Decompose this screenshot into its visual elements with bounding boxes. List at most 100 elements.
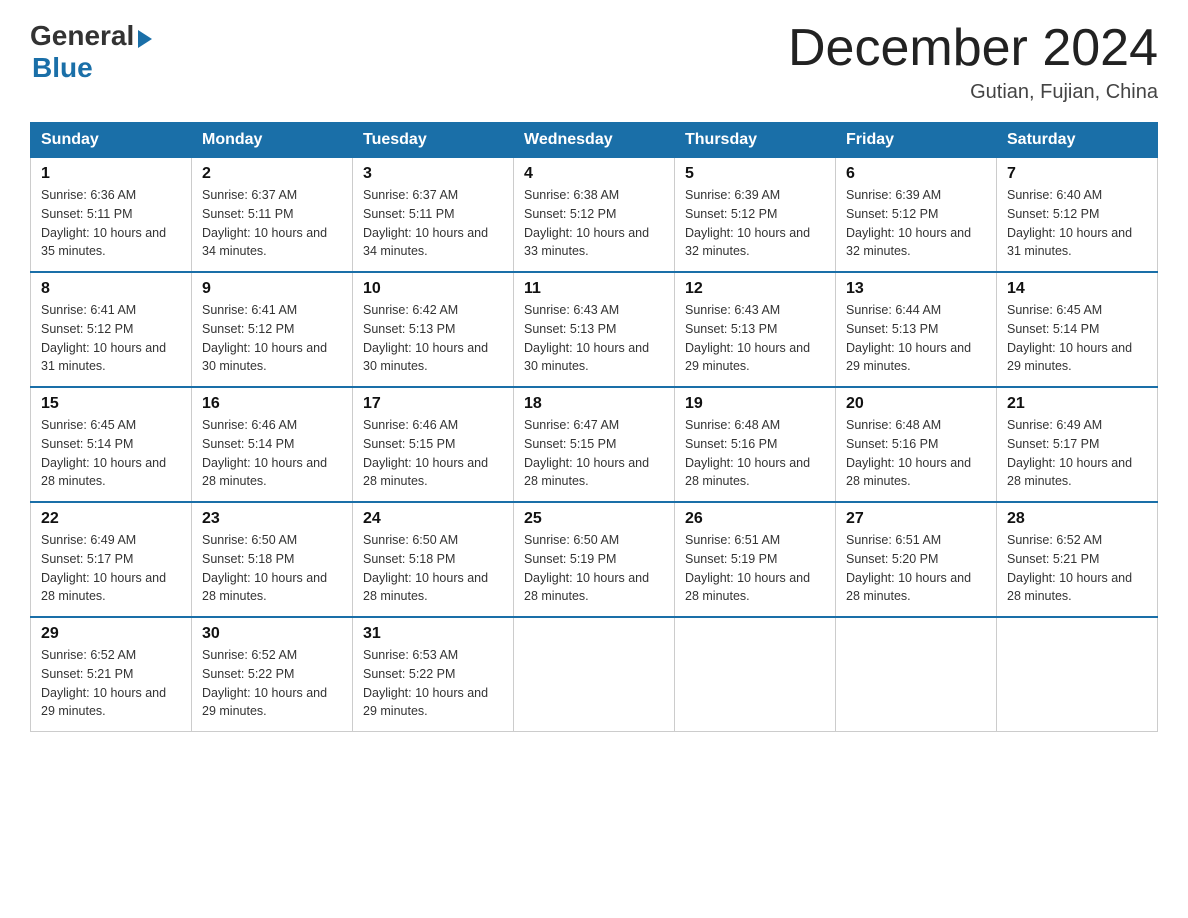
day-number: 25 — [524, 510, 664, 528]
header-right: December 2024 Gutian, Fujian, China — [788, 20, 1158, 104]
day-number: 15 — [41, 395, 181, 413]
calendar-week-row: 1 Sunrise: 6:36 AM Sunset: 5:11 PM Dayli… — [31, 158, 1158, 273]
calendar-cell: 23 Sunrise: 6:50 AM Sunset: 5:18 PM Dayl… — [192, 502, 353, 617]
day-number: 20 — [846, 395, 986, 413]
day-number: 1 — [41, 165, 181, 183]
calendar-header-sunday: Sunday — [31, 123, 192, 158]
calendar-header-wednesday: Wednesday — [514, 123, 675, 158]
day-info: Sunrise: 6:51 AM Sunset: 5:19 PM Dayligh… — [685, 531, 825, 606]
calendar-cell: 11 Sunrise: 6:43 AM Sunset: 5:13 PM Dayl… — [514, 272, 675, 387]
calendar-cell: 27 Sunrise: 6:51 AM Sunset: 5:20 PM Dayl… — [836, 502, 997, 617]
day-number: 16 — [202, 395, 342, 413]
calendar-cell: 28 Sunrise: 6:52 AM Sunset: 5:21 PM Dayl… — [997, 502, 1158, 617]
day-number: 13 — [846, 280, 986, 298]
calendar-header-monday: Monday — [192, 123, 353, 158]
calendar-cell: 9 Sunrise: 6:41 AM Sunset: 5:12 PM Dayli… — [192, 272, 353, 387]
calendar-cell: 26 Sunrise: 6:51 AM Sunset: 5:19 PM Dayl… — [675, 502, 836, 617]
day-number: 24 — [363, 510, 503, 528]
day-info: Sunrise: 6:39 AM Sunset: 5:12 PM Dayligh… — [846, 186, 986, 261]
day-info: Sunrise: 6:40 AM Sunset: 5:12 PM Dayligh… — [1007, 186, 1147, 261]
day-info: Sunrise: 6:43 AM Sunset: 5:13 PM Dayligh… — [685, 301, 825, 376]
day-number: 18 — [524, 395, 664, 413]
day-info: Sunrise: 6:50 AM Sunset: 5:18 PM Dayligh… — [363, 531, 503, 606]
calendar-cell: 3 Sunrise: 6:37 AM Sunset: 5:11 PM Dayli… — [353, 158, 514, 273]
day-info: Sunrise: 6:42 AM Sunset: 5:13 PM Dayligh… — [363, 301, 503, 376]
day-info: Sunrise: 6:45 AM Sunset: 5:14 PM Dayligh… — [1007, 301, 1147, 376]
day-info: Sunrise: 6:44 AM Sunset: 5:13 PM Dayligh… — [846, 301, 986, 376]
day-info: Sunrise: 6:39 AM Sunset: 5:12 PM Dayligh… — [685, 186, 825, 261]
calendar-cell: 10 Sunrise: 6:42 AM Sunset: 5:13 PM Dayl… — [353, 272, 514, 387]
calendar-cell: 13 Sunrise: 6:44 AM Sunset: 5:13 PM Dayl… — [836, 272, 997, 387]
calendar-week-row: 22 Sunrise: 6:49 AM Sunset: 5:17 PM Dayl… — [31, 502, 1158, 617]
day-number: 28 — [1007, 510, 1147, 528]
calendar-cell — [997, 617, 1158, 732]
calendar-header-thursday: Thursday — [675, 123, 836, 158]
calendar-header-row: SundayMondayTuesdayWednesdayThursdayFrid… — [31, 123, 1158, 158]
calendar-cell: 25 Sunrise: 6:50 AM Sunset: 5:19 PM Dayl… — [514, 502, 675, 617]
calendar-cell: 6 Sunrise: 6:39 AM Sunset: 5:12 PM Dayli… — [836, 158, 997, 273]
day-info: Sunrise: 6:53 AM Sunset: 5:22 PM Dayligh… — [363, 646, 503, 721]
day-info: Sunrise: 6:52 AM Sunset: 5:21 PM Dayligh… — [1007, 531, 1147, 606]
day-number: 17 — [363, 395, 503, 413]
day-number: 10 — [363, 280, 503, 298]
day-info: Sunrise: 6:48 AM Sunset: 5:16 PM Dayligh… — [846, 416, 986, 491]
page-header: General Blue December 2024 Gutian, Fujia… — [30, 20, 1158, 104]
calendar-cell: 20 Sunrise: 6:48 AM Sunset: 5:16 PM Dayl… — [836, 387, 997, 502]
calendar-cell: 4 Sunrise: 6:38 AM Sunset: 5:12 PM Dayli… — [514, 158, 675, 273]
calendar-cell: 22 Sunrise: 6:49 AM Sunset: 5:17 PM Dayl… — [31, 502, 192, 617]
day-info: Sunrise: 6:48 AM Sunset: 5:16 PM Dayligh… — [685, 416, 825, 491]
day-info: Sunrise: 6:49 AM Sunset: 5:17 PM Dayligh… — [1007, 416, 1147, 491]
calendar-cell — [836, 617, 997, 732]
calendar-cell: 19 Sunrise: 6:48 AM Sunset: 5:16 PM Dayl… — [675, 387, 836, 502]
day-number: 11 — [524, 280, 664, 298]
day-number: 5 — [685, 165, 825, 183]
day-info: Sunrise: 6:37 AM Sunset: 5:11 PM Dayligh… — [363, 186, 503, 261]
day-info: Sunrise: 6:50 AM Sunset: 5:19 PM Dayligh… — [524, 531, 664, 606]
calendar-cell: 7 Sunrise: 6:40 AM Sunset: 5:12 PM Dayli… — [997, 158, 1158, 273]
day-info: Sunrise: 6:41 AM Sunset: 5:12 PM Dayligh… — [41, 301, 181, 376]
calendar-week-row: 15 Sunrise: 6:45 AM Sunset: 5:14 PM Dayl… — [31, 387, 1158, 502]
day-number: 21 — [1007, 395, 1147, 413]
day-info: Sunrise: 6:45 AM Sunset: 5:14 PM Dayligh… — [41, 416, 181, 491]
day-info: Sunrise: 6:46 AM Sunset: 5:15 PM Dayligh… — [363, 416, 503, 491]
calendar-cell: 17 Sunrise: 6:46 AM Sunset: 5:15 PM Dayl… — [353, 387, 514, 502]
calendar-cell: 15 Sunrise: 6:45 AM Sunset: 5:14 PM Dayl… — [31, 387, 192, 502]
calendar-header-friday: Friday — [836, 123, 997, 158]
day-number: 14 — [1007, 280, 1147, 298]
day-number: 9 — [202, 280, 342, 298]
calendar-week-row: 8 Sunrise: 6:41 AM Sunset: 5:12 PM Dayli… — [31, 272, 1158, 387]
day-info: Sunrise: 6:50 AM Sunset: 5:18 PM Dayligh… — [202, 531, 342, 606]
logo: General Blue — [30, 20, 152, 84]
day-info: Sunrise: 6:37 AM Sunset: 5:11 PM Dayligh… — [202, 186, 342, 261]
calendar-cell: 30 Sunrise: 6:52 AM Sunset: 5:22 PM Dayl… — [192, 617, 353, 732]
calendar-cell: 31 Sunrise: 6:53 AM Sunset: 5:22 PM Dayl… — [353, 617, 514, 732]
calendar-header-tuesday: Tuesday — [353, 123, 514, 158]
day-number: 3 — [363, 165, 503, 183]
calendar-cell: 12 Sunrise: 6:43 AM Sunset: 5:13 PM Dayl… — [675, 272, 836, 387]
day-info: Sunrise: 6:36 AM Sunset: 5:11 PM Dayligh… — [41, 186, 181, 261]
day-number: 31 — [363, 625, 503, 643]
calendar-cell: 21 Sunrise: 6:49 AM Sunset: 5:17 PM Dayl… — [997, 387, 1158, 502]
calendar-cell: 14 Sunrise: 6:45 AM Sunset: 5:14 PM Dayl… — [997, 272, 1158, 387]
day-number: 29 — [41, 625, 181, 643]
calendar-cell — [675, 617, 836, 732]
month-title: December 2024 — [788, 20, 1158, 77]
calendar-header-saturday: Saturday — [997, 123, 1158, 158]
calendar-cell: 18 Sunrise: 6:47 AM Sunset: 5:15 PM Dayl… — [514, 387, 675, 502]
logo-blue-text: Blue — [32, 52, 93, 84]
calendar-week-row: 29 Sunrise: 6:52 AM Sunset: 5:21 PM Dayl… — [31, 617, 1158, 732]
day-number: 27 — [846, 510, 986, 528]
calendar-cell: 8 Sunrise: 6:41 AM Sunset: 5:12 PM Dayli… — [31, 272, 192, 387]
location-subtitle: Gutian, Fujian, China — [788, 81, 1158, 104]
calendar-cell: 2 Sunrise: 6:37 AM Sunset: 5:11 PM Dayli… — [192, 158, 353, 273]
day-info: Sunrise: 6:41 AM Sunset: 5:12 PM Dayligh… — [202, 301, 342, 376]
day-number: 19 — [685, 395, 825, 413]
day-info: Sunrise: 6:49 AM Sunset: 5:17 PM Dayligh… — [41, 531, 181, 606]
day-info: Sunrise: 6:43 AM Sunset: 5:13 PM Dayligh… — [524, 301, 664, 376]
day-number: 30 — [202, 625, 342, 643]
day-number: 22 — [41, 510, 181, 528]
day-info: Sunrise: 6:52 AM Sunset: 5:21 PM Dayligh… — [41, 646, 181, 721]
day-number: 23 — [202, 510, 342, 528]
day-number: 8 — [41, 280, 181, 298]
calendar-cell: 16 Sunrise: 6:46 AM Sunset: 5:14 PM Dayl… — [192, 387, 353, 502]
